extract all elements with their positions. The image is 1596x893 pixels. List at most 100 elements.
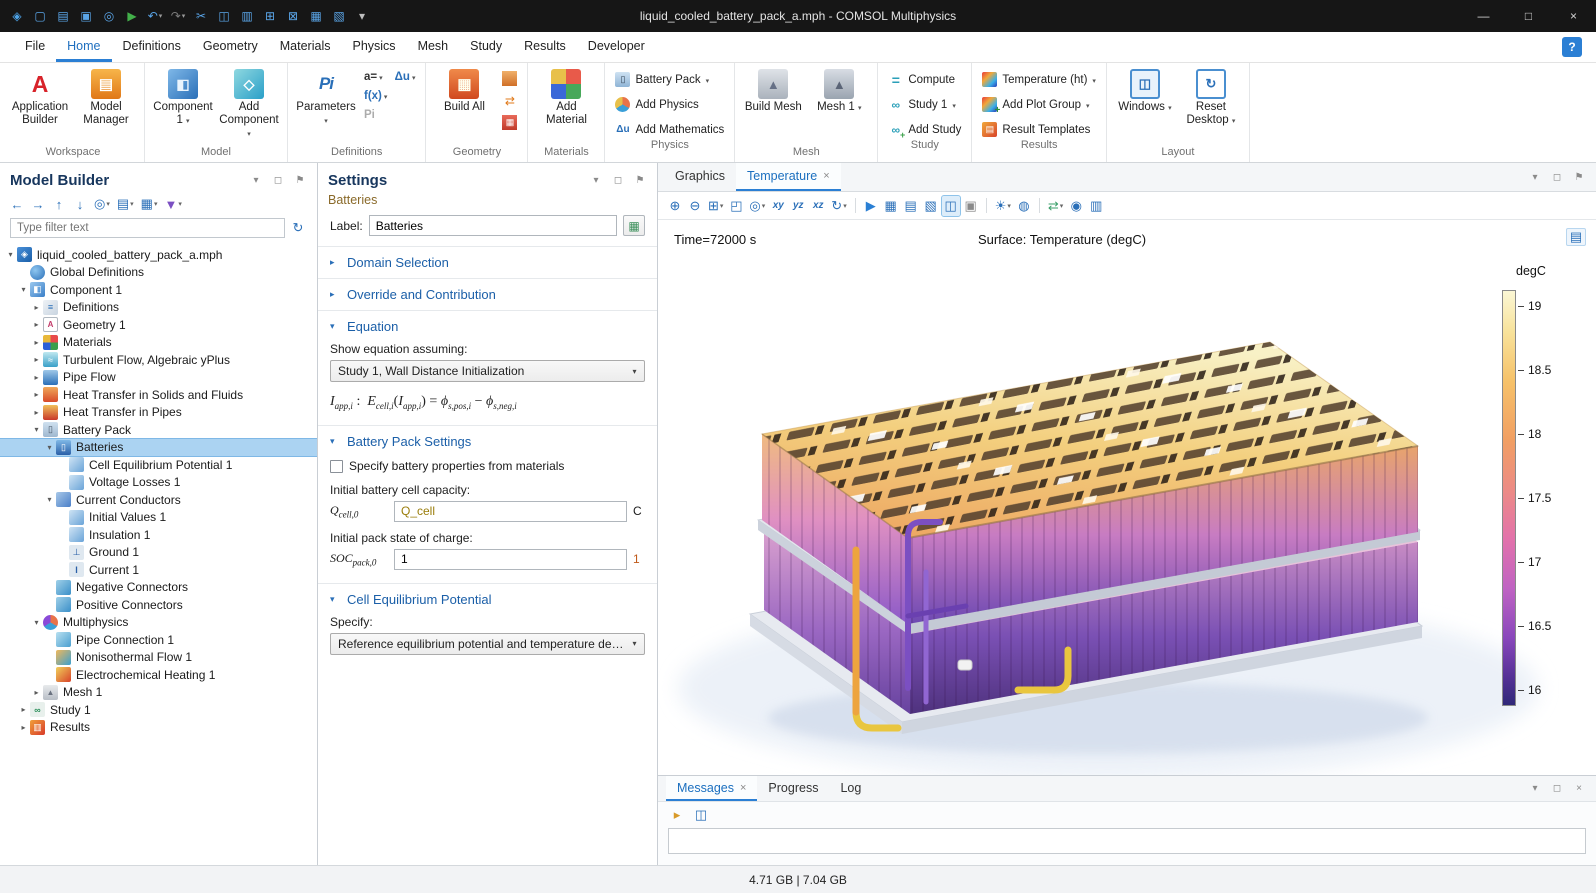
panel-menu-icon[interactable]: ▾	[587, 170, 605, 190]
menu-definitions[interactable]: Definitions	[112, 32, 192, 62]
section-header-domain-selection[interactable]: ▸ Domain Selection	[318, 247, 657, 278]
plot-window-icon[interactable]: ◫	[942, 196, 960, 216]
zoom-out-icon[interactable]: ⊖	[686, 196, 704, 216]
expander-icon[interactable]: ▸	[30, 390, 43, 399]
section-header-override[interactable]: ▸ Override and Contribution	[318, 279, 657, 310]
pin-icon[interactable]: ⚑	[1570, 167, 1588, 187]
help-button[interactable]: ?	[1562, 37, 1582, 57]
application-builder-button[interactable]: Application Builder	[9, 66, 71, 130]
tree-item-materials[interactable]: ▸ Materials	[0, 334, 317, 352]
reset-desktop-button[interactable]: Reset Desktop	[1180, 66, 1242, 130]
delete-icon[interactable]: ⊠	[282, 4, 304, 28]
add-window-icon[interactable]: ▧	[328, 4, 350, 28]
new-file-icon[interactable]: ▢	[29, 4, 51, 28]
transparency-icon[interactable]: ◍	[1015, 196, 1033, 216]
graphics-tab-temperature[interactable]: Temperature×	[736, 163, 841, 191]
copy-icon[interactable]: ◫	[213, 4, 235, 28]
add-mathematics-button[interactable]: Add Mathematics	[612, 121, 727, 138]
filter-input[interactable]	[10, 218, 285, 238]
tree-item-liquid-cooled-battery-pack-a-mph[interactable]: ▾ liquid_cooled_battery_pack_a.mph	[0, 246, 317, 264]
menu-results[interactable]: Results	[513, 32, 577, 62]
build-mesh-button[interactable]: Build Mesh	[742, 66, 804, 117]
section-header-equation[interactable]: ▾ Equation	[318, 311, 657, 342]
run-icon[interactable]: ▶	[121, 4, 143, 28]
graphics-tab-graphics[interactable]: Graphics	[664, 163, 736, 191]
tree-item-nonisothermal-flow-1[interactable]: Nonisothermal Flow 1	[0, 649, 317, 667]
panel-menu-icon[interactable]: ▾	[1526, 779, 1544, 799]
capacity-input[interactable]	[394, 501, 627, 522]
tree-item-geometry-1[interactable]: ▸ Geometry 1	[0, 316, 317, 334]
menu-study[interactable]: Study	[459, 32, 513, 62]
customize-icon[interactable]: ▾	[351, 4, 373, 28]
float-icon[interactable]: ◻	[609, 170, 627, 190]
tree-item-definitions[interactable]: ▸ Definitions	[0, 299, 317, 317]
tree-item-pipe-flow[interactable]: ▸ Pipe Flow	[0, 369, 317, 387]
tree-item-ground-1[interactable]: Ground 1	[0, 544, 317, 562]
tree-item-study-1[interactable]: ▸ Study 1	[0, 701, 317, 719]
show-icon[interactable]: ◎▾	[92, 194, 112, 214]
back-icon[interactable]: ←	[8, 194, 26, 214]
tree-item-voltage-losses-1[interactable]: Voltage Losses 1	[0, 474, 317, 492]
close-panel-icon[interactable]: ×	[1570, 779, 1588, 799]
refresh-tree-icon[interactable]: ↻	[289, 218, 307, 238]
float-icon[interactable]: ◻	[269, 170, 287, 190]
copy-log-icon[interactable]: ◫	[692, 805, 710, 825]
view-xy-icon[interactable]: xy	[769, 196, 787, 216]
expander-icon[interactable]: ▸	[17, 705, 30, 714]
tree-item-batteries[interactable]: ▾ Batteries	[0, 439, 317, 457]
plot-properties-icon[interactable]: ▤	[1566, 228, 1586, 246]
expander-icon[interactable]: ▾	[30, 425, 43, 434]
duplicate-icon[interactable]: ⊞	[259, 4, 281, 28]
table-icon[interactable]: ▦	[882, 196, 900, 216]
model-builder-window-icon[interactable]: ▦	[305, 4, 327, 28]
nonlocal-couplings-button[interactable]: Δu	[392, 70, 419, 84]
zoom-box-icon[interactable]: ⊞▾	[706, 196, 725, 216]
print-icon[interactable]: ▥	[1087, 196, 1105, 216]
component-button[interactable]: Component 1	[152, 66, 214, 130]
menu-developer[interactable]: Developer	[577, 32, 656, 62]
forward-icon[interactable]: →	[29, 194, 47, 214]
menu-file[interactable]: File	[14, 32, 56, 62]
pin-icon[interactable]: ⚑	[291, 170, 309, 190]
geometry-import-button[interactable]	[499, 70, 520, 87]
tree-item-cell-equilibrium-potential-1[interactable]: Cell Equilibrium Potential 1	[0, 456, 317, 474]
redo-icon[interactable]: ↷▾	[167, 4, 189, 28]
cut-icon[interactable]: ✂	[190, 4, 212, 28]
expander-icon[interactable]: ▸	[30, 338, 43, 347]
expander-icon[interactable]: ▾	[43, 495, 56, 504]
zoom-in-icon[interactable]: ⊕	[666, 196, 684, 216]
paste-icon[interactable]: ▥	[236, 4, 258, 28]
minimize-icon[interactable]: —	[1461, 0, 1506, 32]
section-header-cell-equilibrium[interactable]: ▾ Cell Equilibrium Potential	[318, 584, 657, 615]
build-all-button[interactable]: Build All	[433, 66, 495, 117]
tab-close-icon[interactable]: ×	[740, 782, 746, 794]
play-sound-icon[interactable]: ▶	[862, 196, 880, 216]
mesh1-button[interactable]: Mesh 1	[808, 66, 870, 117]
windows-button[interactable]: Windows	[1114, 66, 1176, 117]
maximize-icon[interactable]: □	[1506, 0, 1551, 32]
save-search-icon[interactable]: ◎	[98, 4, 120, 28]
expander-icon[interactable]: ▸	[17, 723, 30, 732]
messages-tab-progress[interactable]: Progress	[757, 776, 829, 801]
compute-button[interactable]: Compute	[885, 71, 964, 88]
geometry-livelink-button[interactable]	[499, 92, 520, 109]
specify-combo[interactable]: Reference equilibrium potential and temp…	[330, 633, 645, 655]
expander-icon[interactable]: ▸	[30, 303, 43, 312]
soc-input[interactable]	[394, 549, 627, 570]
default-view-icon[interactable]: ◎▾	[747, 196, 767, 216]
result-templates-button[interactable]: Result Templates	[979, 121, 1099, 138]
filter-icon[interactable]: ▼▾	[162, 194, 183, 214]
update-plot-icon[interactable]: ⇄▾	[1046, 196, 1065, 216]
temperature-plot-button[interactable]: Temperature (ht)	[979, 71, 1099, 88]
menu-mesh[interactable]: Mesh	[407, 32, 460, 62]
section-header-battery-pack-settings[interactable]: ▾ Battery Pack Settings	[318, 426, 657, 457]
add-physics-button[interactable]: Add Physics	[612, 96, 727, 113]
view-yz-icon[interactable]: yz	[789, 196, 807, 216]
expander-icon[interactable]: ▸	[30, 355, 43, 364]
tree-item-multiphysics[interactable]: ▾ Multiphysics	[0, 614, 317, 632]
save-icon[interactable]: ▣	[75, 4, 97, 28]
menu-geometry[interactable]: Geometry	[192, 32, 269, 62]
expander-icon[interactable]: ▾	[4, 250, 17, 259]
label-input[interactable]	[369, 215, 617, 236]
study1-button[interactable]: Study 1	[885, 96, 964, 113]
